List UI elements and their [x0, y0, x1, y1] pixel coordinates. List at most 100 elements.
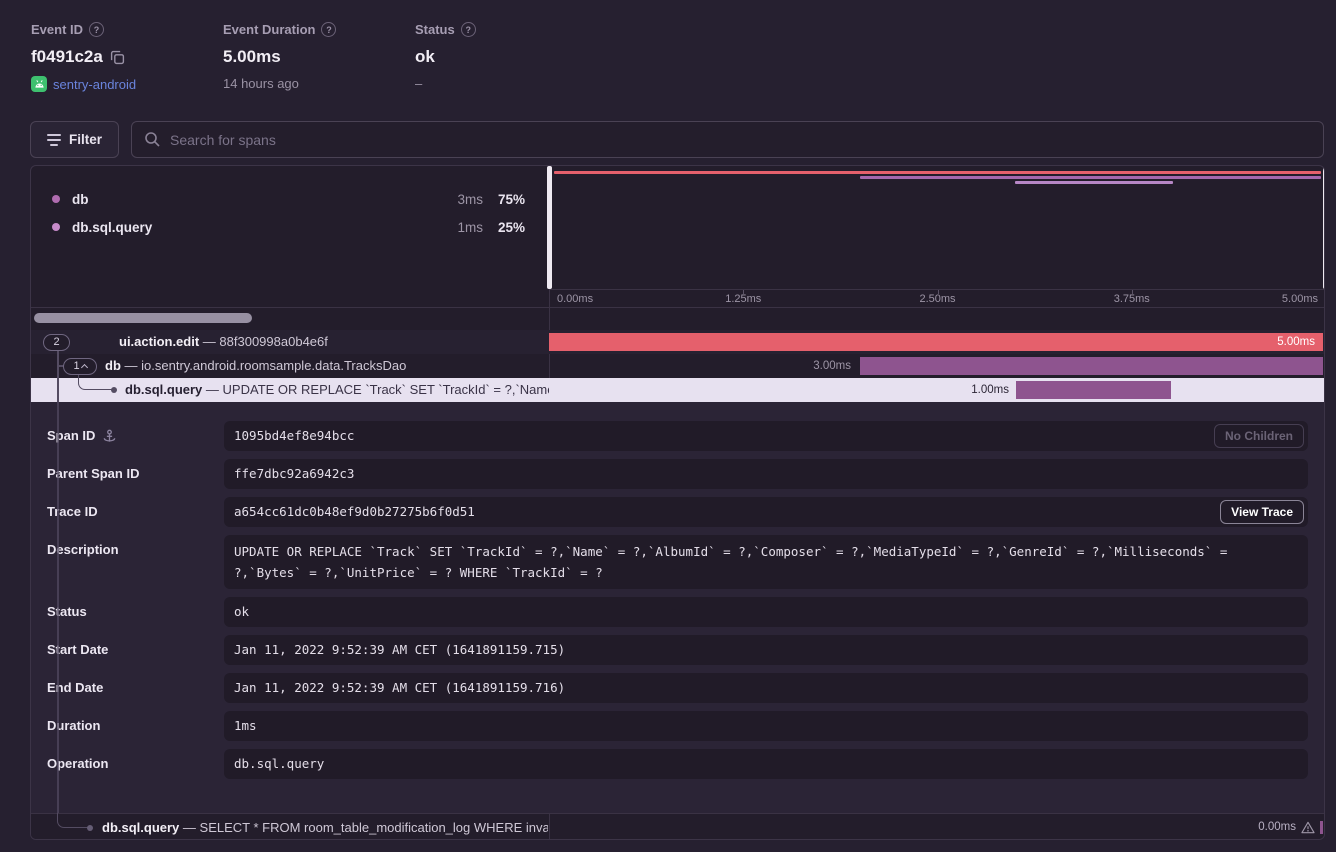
detail-label: Duration — [47, 711, 100, 741]
project-link[interactable]: sentry-android — [53, 77, 136, 92]
span-row-db-sql-query-next[interactable]: db.sql.query — SELECT * FROM room_table_… — [31, 813, 1324, 840]
event-id-column: Event ID ? f0491c2a sentry-android — [31, 22, 223, 92]
span-bar-duration: 1.00ms — [941, 378, 1009, 402]
span-desc: SELECT * FROM room_table_modification_lo… — [200, 820, 548, 835]
axis-tick: 2.50ms — [919, 293, 955, 305]
help-icon[interactable]: ? — [461, 22, 476, 37]
detail-value-span-id: 1095bd4ef8e94bcc No Children — [224, 421, 1308, 451]
span-row-ui-action-edit[interactable]: 2 ui.action.edit — 88f300998a0b4e6f 5.00… — [31, 330, 1324, 354]
status-label: Status — [415, 22, 455, 37]
filter-button[interactable]: Filter — [30, 121, 119, 158]
children-count-badge-expanded[interactable]: 1 — [63, 358, 97, 375]
span-detail-panel: Span ID 1095bd4ef8e94bcc No Children Par… — [31, 402, 1324, 813]
copy-icon[interactable] — [110, 50, 125, 65]
span-bar-db-sql-query[interactable] — [1016, 381, 1171, 399]
anchor-icon[interactable] — [102, 429, 117, 444]
detail-value-start-date: Jan 11, 2022 9:52:39 AM CET (1641891159.… — [224, 635, 1308, 665]
android-project-icon — [31, 76, 47, 92]
span-row-db[interactable]: 1 db — io.sentry.android.roomsample.data… — [31, 354, 1324, 378]
trace-minimap[interactable] — [549, 166, 1325, 289]
tree-scrollbar — [31, 308, 549, 330]
minimap-bar-root — [554, 171, 1321, 174]
tree-node-dot — [111, 387, 117, 393]
detail-label: Parent Span ID — [47, 459, 139, 489]
detail-value-trace-id: a654cc61dc0b48ef9d0b27275b6f0d51 View Tr… — [224, 497, 1308, 527]
detail-row-trace-id: Trace ID a654cc61dc0b48ef9d0b27275b6f0d5… — [31, 497, 1324, 527]
detail-label: Status — [47, 597, 87, 627]
event-id-label: Event ID — [31, 22, 83, 37]
span-bar-duration: 0.00ms — [1258, 814, 1296, 840]
collapse-caret-icon — [81, 363, 88, 370]
span-desc: 88f300998a0b4e6f — [219, 334, 327, 349]
tree-node-dot — [87, 825, 93, 831]
detail-row-end-date: End Date Jan 11, 2022 9:52:39 AM CET (16… — [31, 673, 1324, 703]
span-op: db.sql.query — [125, 382, 202, 397]
legend-duration: 3ms — [411, 192, 483, 207]
detail-row-parent-span-id: Parent Span ID ffe7dbc92a6942c3 — [31, 459, 1324, 489]
filter-icon — [47, 134, 61, 146]
trace-panel: db 3ms 75% db.sql.query 1ms 25% 0.00ms 1… — [30, 165, 1325, 840]
detail-row-operation: Operation db.sql.query — [31, 749, 1324, 779]
status-sub: – — [415, 76, 422, 91]
minimap-left-handle[interactable] — [547, 166, 552, 289]
tree-guide-line — [57, 350, 59, 402]
span-op: ui.action.edit — [119, 334, 199, 349]
detail-value-operation: db.sql.query — [224, 749, 1308, 779]
tree-guide-line — [57, 402, 59, 813]
search-input[interactable] — [170, 132, 1311, 148]
tree-timeline-divider — [549, 814, 550, 840]
span-bar-duration: 5.00ms — [1277, 333, 1323, 351]
legend-duration: 1ms — [411, 220, 483, 235]
help-icon[interactable]: ? — [89, 22, 104, 37]
span-desc: io.sentry.android.roomsample.data.Tracks… — [141, 358, 406, 373]
axis-tick: 1.25ms — [725, 293, 761, 305]
event-header: Event ID ? f0491c2a sentry-android Event… — [31, 22, 607, 92]
detail-row-start-date: Start Date Jan 11, 2022 9:52:39 AM CET (… — [31, 635, 1324, 665]
warning-icon — [1301, 821, 1315, 837]
span-bar-root[interactable]: 5.00ms — [549, 333, 1323, 351]
span-op: db.sql.query — [102, 820, 179, 835]
help-icon[interactable]: ? — [321, 22, 336, 37]
search-icon — [144, 131, 161, 148]
detail-row-status: Status ok — [31, 597, 1324, 627]
legend-name: db.sql.query — [72, 220, 152, 235]
event-id-value: f0491c2a — [31, 47, 103, 67]
span-desc: UPDATE OR REPLACE `Track` SET `TrackId` … — [223, 382, 549, 397]
event-duration-label: Event Duration — [223, 22, 315, 37]
children-count-badge[interactable]: 2 — [43, 334, 70, 351]
view-trace-button[interactable]: View Trace — [1220, 500, 1304, 524]
tree-elbow — [57, 813, 89, 828]
legend-percent: 75% — [487, 192, 525, 207]
tree-elbow — [78, 374, 114, 390]
detail-label: End Date — [47, 673, 103, 703]
detail-label: Trace ID — [47, 497, 98, 527]
minimap-bar-db — [860, 176, 1321, 179]
axis-tick: 3.75ms — [1114, 293, 1150, 305]
span-bar-db[interactable] — [860, 357, 1323, 375]
legend-dot-db-sql-query — [52, 223, 60, 231]
span-bar-duration: 3.00ms — [791, 354, 851, 378]
no-children-button: No Children — [1214, 424, 1304, 448]
minimap-right-handle[interactable] — [1323, 166, 1325, 289]
legend-dot-db — [52, 195, 60, 203]
detail-label: Span ID — [47, 421, 95, 451]
axis-tick: 5.00ms — [1282, 293, 1318, 305]
detail-value-status: ok — [224, 597, 1308, 627]
detail-value-description: UPDATE OR REPLACE `Track` SET `TrackId` … — [224, 535, 1308, 589]
span-row-db-sql-query-selected[interactable]: db.sql.query — UPDATE OR REPLACE `Track`… — [31, 378, 1324, 402]
legend-row-db-sql-query[interactable]: db.sql.query 1ms 25% — [31, 215, 549, 239]
legend-row-db[interactable]: db 3ms 75% — [31, 187, 549, 211]
event-duration-column: Event Duration ? 5.00ms 14 hours ago — [223, 22, 415, 92]
detail-row-span-id: Span ID 1095bd4ef8e94bcc No Children — [31, 421, 1324, 451]
status-value: ok — [415, 47, 435, 67]
event-duration-value: 5.00ms — [223, 47, 281, 67]
legend-percent: 25% — [487, 220, 525, 235]
scrollbar-thumb[interactable] — [34, 313, 252, 323]
search-box[interactable] — [131, 121, 1324, 158]
detail-value-duration: 1ms — [224, 711, 1308, 741]
status-column: Status ? ok – — [415, 22, 607, 92]
detail-value-parent-span-id: ffe7dbc92a6942c3 — [224, 459, 1308, 489]
timeline-axis: 0.00ms 1.25ms 2.50ms 3.75ms 5.00ms — [549, 289, 1325, 307]
toolbar: Filter — [30, 121, 1324, 158]
legend-name: db — [72, 192, 89, 207]
